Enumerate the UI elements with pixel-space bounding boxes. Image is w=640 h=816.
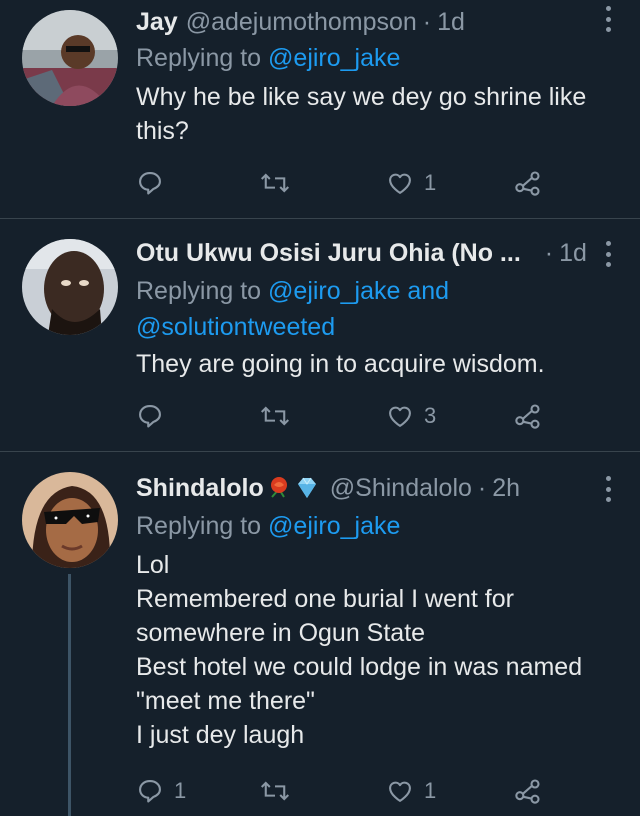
retweet-icon — [260, 173, 290, 193]
like-button[interactable]: 1 — [386, 168, 436, 198]
share-icon — [515, 171, 540, 196]
share-icon — [515, 779, 540, 804]
share-button[interactable] — [514, 776, 542, 806]
reply-count: 1 — [174, 778, 187, 803]
tweet-text: They are going in to acquire wisdom. — [136, 350, 545, 378]
replying-to: Replying to @ejiro_jake and @solutiontwe… — [136, 273, 449, 345]
rose-icon — [270, 477, 287, 498]
tweet-2[interactable]: Otu Ukwu Osisi Juru Ohia (No ... · 1d Re… — [0, 219, 640, 451]
like-count: 1 — [424, 170, 437, 195]
like-count: 1 — [424, 778, 437, 803]
tweet-3[interactable]: Shindalolo @Shindalolo · 2h Replying to … — [0, 452, 640, 816]
share-icon — [515, 404, 540, 429]
retweet-button[interactable] — [260, 401, 290, 431]
heart-icon — [389, 406, 411, 427]
tweet-1[interactable]: Jay @adejumothompson · 1d Replying to @e… — [0, 0, 640, 218]
avatar[interactable] — [22, 239, 118, 335]
mention-link[interactable]: @ejiro_jake and — [268, 277, 449, 305]
mention-link-2[interactable]: @solutiontweeted — [136, 309, 449, 345]
retweet-icon — [260, 781, 290, 801]
gem-icon — [297, 477, 316, 498]
heart-icon — [389, 781, 411, 802]
more-icon[interactable] — [600, 476, 616, 502]
thread-line — [68, 574, 71, 816]
action-bar: 3 — [136, 401, 576, 431]
like-count: 3 — [424, 403, 437, 428]
author-handle[interactable]: @adejumothompson — [186, 8, 417, 37]
avatar[interactable] — [22, 472, 118, 568]
author-name[interactable]: Shindalolo — [136, 474, 264, 503]
avatar[interactable] — [22, 10, 118, 106]
reply-icon — [139, 405, 161, 428]
reply-button[interactable] — [136, 401, 174, 431]
replying-to: Replying to @ejiro_jake — [136, 512, 401, 540]
replying-to: Replying to @ejiro_jake — [136, 44, 401, 72]
reply-button[interactable] — [136, 168, 174, 198]
tweet-text: Why he be like say we dey go shrine like… — [136, 83, 587, 145]
like-button[interactable]: 3 — [386, 401, 436, 431]
like-button[interactable]: 1 — [386, 776, 436, 806]
retweet-icon — [260, 406, 290, 426]
retweet-button[interactable] — [260, 168, 290, 198]
more-icon[interactable] — [600, 6, 616, 32]
retweet-button[interactable] — [260, 776, 290, 806]
more-icon[interactable] — [600, 241, 616, 267]
mention-link[interactable]: @ejiro_jake — [268, 512, 400, 540]
timestamp[interactable]: 1d — [559, 239, 587, 268]
action-bar: 1 1 — [136, 776, 576, 806]
timestamp[interactable]: 1d — [437, 8, 465, 37]
share-button[interactable] — [514, 168, 542, 198]
reply-icon — [139, 780, 161, 803]
action-bar: 1 — [136, 168, 576, 198]
share-button[interactable] — [514, 401, 542, 431]
reply-icon — [139, 172, 161, 195]
timestamp[interactable]: 2h — [492, 474, 520, 503]
author-name[interactable]: Jay — [136, 8, 178, 37]
author-handle[interactable]: @Shindalolo — [330, 474, 472, 503]
heart-icon — [389, 173, 411, 194]
reply-button[interactable]: 1 — [136, 776, 186, 806]
mention-link[interactable]: @ejiro_jake — [268, 44, 400, 72]
tweet-text: Lol Remembered one burial I went for som… — [136, 551, 583, 749]
author-name[interactable]: Otu Ukwu Osisi Juru Ohia (No ... — [136, 239, 521, 268]
